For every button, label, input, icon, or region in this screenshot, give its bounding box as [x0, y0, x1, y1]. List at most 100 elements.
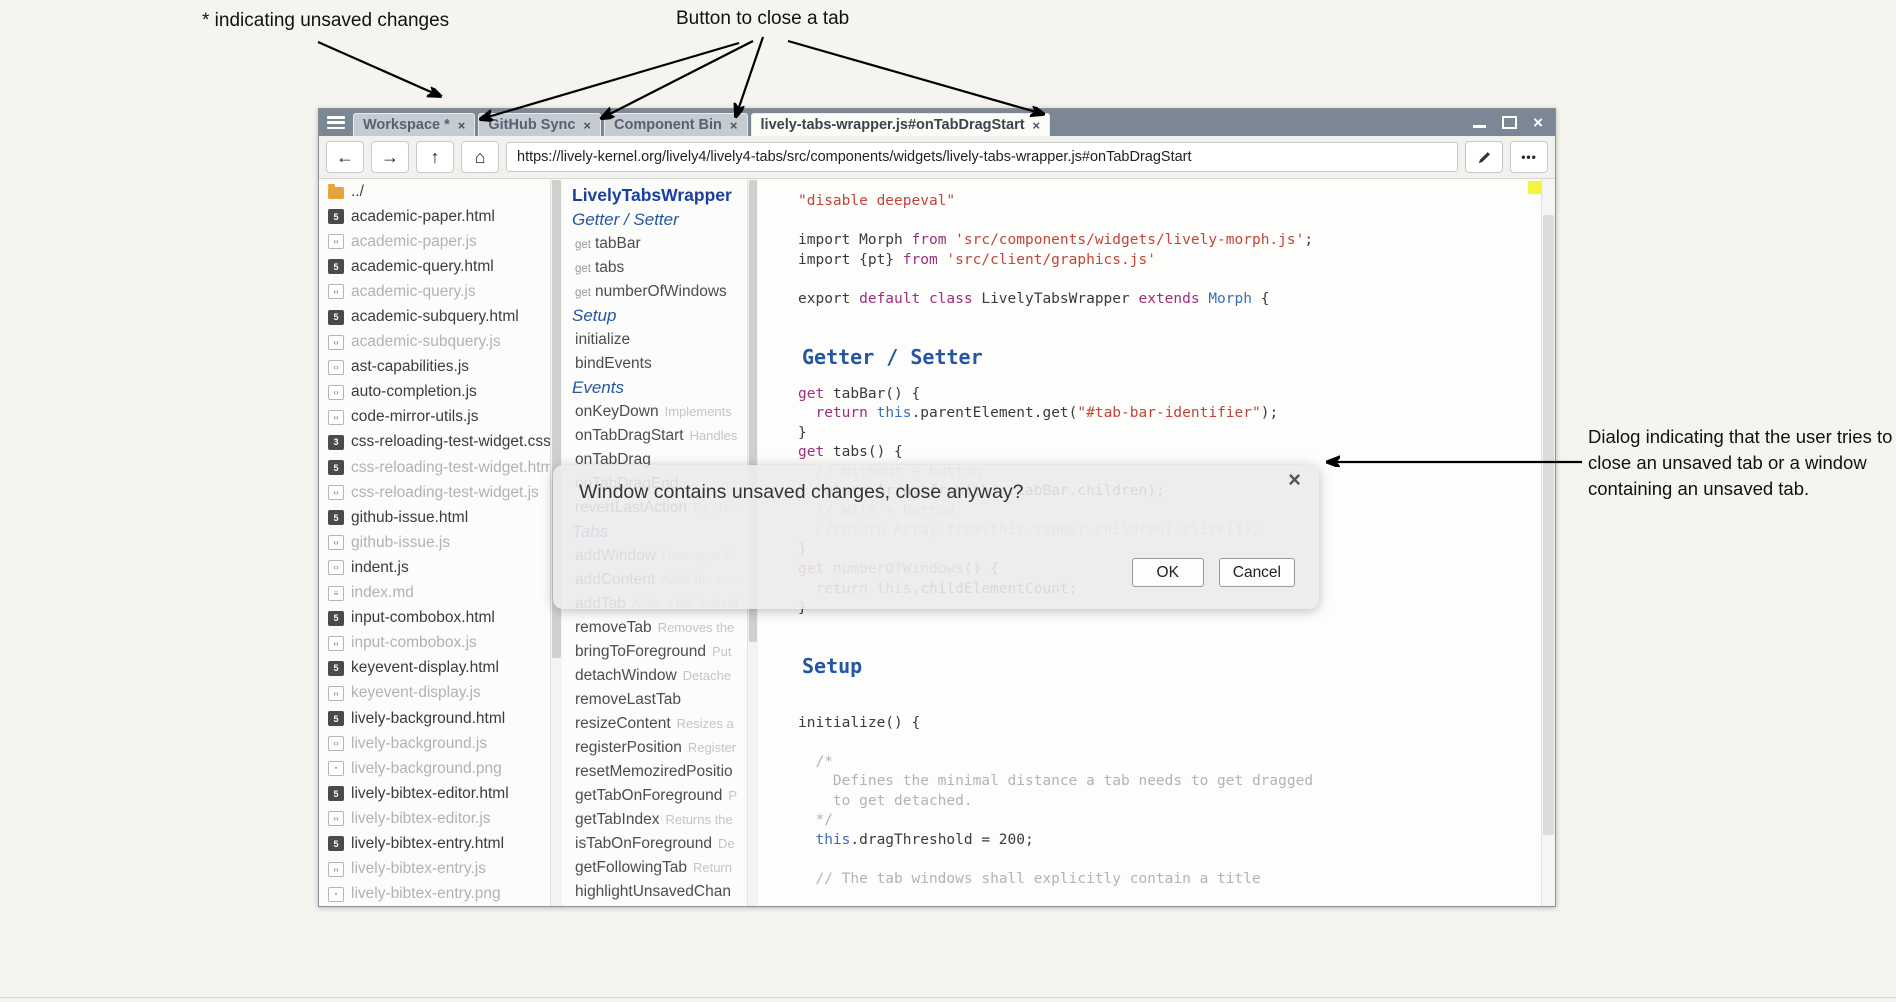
minimize-icon[interactable]	[1473, 125, 1486, 128]
file-row[interactable]: ‹›github-issue.js	[319, 530, 562, 555]
file-row[interactable]: ≡index.md	[319, 581, 562, 606]
file-row[interactable]: 5css-reloading-test-widget.html	[319, 455, 562, 480]
file-row[interactable]: 5 github-issue.html	[319, 505, 562, 530]
tab-component-bin[interactable]: Component Bin×	[604, 113, 748, 136]
outline-method[interactable]: gettabs	[572, 256, 744, 280]
file-row[interactable]: ‹›auto-completion.js	[319, 380, 562, 405]
file-row[interactable]: 5lively-background.html	[319, 706, 562, 731]
file-row[interactable]: ‹›lively-bibtex-editor.js	[319, 806, 562, 831]
html-file-icon: 5	[328, 460, 344, 475]
code-token: class	[929, 291, 973, 307]
outline-method[interactable]: detachWindowDetache	[572, 664, 744, 688]
html-file-icon: 5	[328, 310, 344, 325]
tab-close-icon[interactable]: ×	[730, 118, 738, 133]
outline-method[interactable]: isTabOnForegroundDe	[572, 832, 744, 856]
outline-method[interactable]: gettabBar	[572, 232, 744, 256]
outline-method[interactable]: removeLastTab	[572, 688, 744, 712]
forward-button[interactable]: →	[371, 141, 409, 173]
file-name: lively-background.js	[351, 735, 487, 753]
file-row[interactable]: ‹›code-mirror-utils.js	[319, 405, 562, 430]
tab-close-icon[interactable]: ×	[1033, 118, 1041, 133]
file-row[interactable]: ▪lively-bibtex-entry.png	[319, 882, 562, 906]
menu-icon[interactable]	[327, 116, 345, 129]
dialog-close-icon[interactable]: ×	[1288, 469, 1301, 491]
outline-method[interactable]: getTabIndexReturns the	[572, 808, 744, 832]
file-name: github-issue.html	[351, 509, 468, 527]
method-doc: Handles	[690, 428, 738, 443]
code-token: from	[912, 232, 947, 248]
code-token: */	[815, 812, 832, 828]
outline-method[interactable]: onKeyDownImplements	[572, 400, 744, 424]
outline-method[interactable]: resetMemoziredPositio	[572, 760, 744, 784]
maximize-icon[interactable]	[1502, 116, 1517, 129]
file-row[interactable]: ‹›ast-capabilities.js	[319, 355, 562, 380]
file-row[interactable]: ../	[319, 179, 562, 204]
outline-method[interactable]: getFollowingTabReturn	[572, 856, 744, 880]
outline-method[interactable]: getnumberOfWindows	[572, 280, 744, 304]
tab-close-icon[interactable]: ×	[583, 118, 591, 133]
code-token	[798, 793, 815, 809]
code-line: Defines the minimal distance a tab needs…	[798, 772, 1529, 792]
file-row[interactable]: ‹›academic-query.js	[319, 279, 562, 304]
file-row[interactable]: ‹›lively-bibtex-entry.js	[319, 857, 562, 882]
outline-method[interactable]: highlightUnsavedChan	[572, 880, 744, 904]
code-token: extends	[1138, 291, 1199, 307]
outline-method[interactable]: getTabOnForegroundP	[572, 784, 744, 808]
code-token: tabs() {	[824, 444, 903, 460]
outline-section: Setup	[572, 304, 744, 328]
file-row[interactable]: 5input-combobox.html	[319, 606, 562, 631]
file-row[interactable]: ‹›lively-background.js	[319, 731, 562, 756]
code-line: }	[798, 424, 1529, 444]
file-row[interactable]: ▪lively-background.png	[319, 756, 562, 781]
file-row[interactable]: ‹›input-combobox.js	[319, 631, 562, 656]
code-line	[798, 850, 1529, 870]
tab-lively-tabs-wrapper-js-ontabdragstart[interactable]: lively-tabs-wrapper.js#onTabDragStart×	[751, 113, 1051, 136]
file-name: lively-bibtex-entry.html	[351, 835, 504, 853]
code-scrollbar[interactable]	[1541, 179, 1555, 906]
tab-label: Workspace *	[363, 117, 450, 133]
annotation-unsaved-changes: * indicating unsaved changes	[202, 10, 449, 32]
file-row[interactable]: 5 lively-bibtex-entry.html	[319, 831, 562, 856]
html-file-icon: 5	[328, 836, 344, 851]
file-row[interactable]: ‹›css-reloading-test-widget.js	[319, 480, 562, 505]
cancel-button[interactable]: Cancel	[1219, 558, 1295, 587]
outline-method[interactable]: bindEvents	[572, 352, 744, 376]
file-row[interactable]: ‹›academic-subquery.js	[319, 330, 562, 355]
tab-workspace-[interactable]: Workspace * ×	[353, 113, 475, 136]
file-row[interactable]: ‹›indent.js	[319, 555, 562, 580]
method-name: detachWindow	[575, 667, 677, 684]
url-input[interactable]	[506, 142, 1458, 172]
ok-button[interactable]: OK	[1132, 558, 1204, 587]
file-row[interactable]: 5academic-query.html	[319, 254, 562, 279]
js-file-icon: ‹›	[328, 335, 344, 350]
code-token: );	[1261, 405, 1278, 421]
html-file-icon: 5	[328, 510, 344, 525]
outline-method[interactable]: resizeContentResizes a	[572, 712, 744, 736]
file-row[interactable]: 5academic-paper.html	[319, 204, 562, 229]
edit-pencil-button[interactable]	[1465, 141, 1503, 173]
home-button[interactable]: ⌂	[461, 141, 499, 173]
outline-method[interactable]: removeTabRemoves the	[572, 616, 744, 640]
file-row[interactable]: 3css-reloading-test-widget.css	[319, 430, 562, 455]
file-row[interactable]: 5lively-bibtex-editor.html	[319, 781, 562, 806]
file-row[interactable]: 5keyevent-display.html	[319, 656, 562, 681]
code-token: {	[1252, 291, 1269, 307]
more-options-button[interactable]: •••	[1510, 141, 1548, 173]
back-button[interactable]: ←	[326, 141, 364, 173]
tab-close-icon[interactable]: ×	[458, 118, 466, 133]
outline-method[interactable]: bringToForegroundPut	[572, 640, 744, 664]
close-window-icon[interactable]: ×	[1533, 114, 1543, 131]
code-token: .dragThreshold = 200;	[850, 832, 1033, 848]
outline-method[interactable]: registerPositionRegister	[572, 736, 744, 760]
code-token: Morph	[1208, 291, 1252, 307]
code-line: /*	[798, 753, 1529, 773]
code-token: default	[859, 291, 920, 307]
file-row[interactable]: ‹›keyevent-display.js	[319, 681, 562, 706]
up-button[interactable]: ↑	[416, 141, 454, 173]
file-row[interactable]: 5academic-subquery.html	[319, 304, 562, 329]
tab-github-sync[interactable]: GitHub Sync×	[478, 113, 601, 136]
js-file-icon: ‹›	[328, 385, 344, 400]
outline-method[interactable]: onTabDragStartHandles	[572, 424, 744, 448]
outline-method[interactable]: initialize	[572, 328, 744, 352]
file-row[interactable]: ‹›academic-paper.js	[319, 229, 562, 254]
